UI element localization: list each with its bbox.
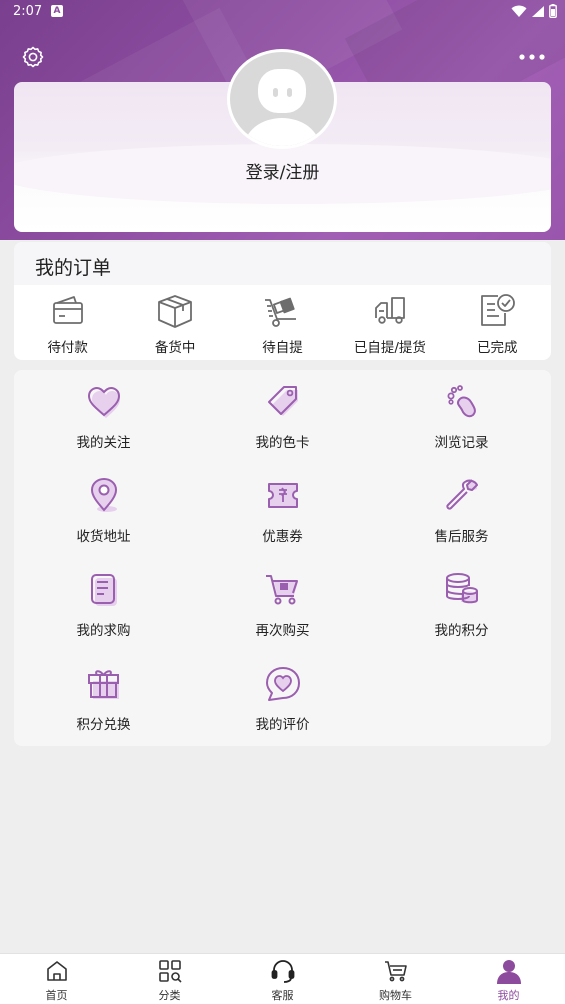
order-label: 已自提/提货 [353,340,426,356]
order-completed[interactable]: 已完成 [444,285,551,360]
status-time: 2:07 [13,4,43,19]
battery-icon [549,4,557,18]
service-label: 再次购买 [255,623,310,639]
service-label: 浏览记录 [434,435,489,451]
shopping-cart-icon [265,575,298,605]
order-pending-payment[interactable]: 待付款 [14,285,121,360]
more-dots-icon [519,54,545,60]
home-icon [46,961,67,981]
service-label: 我的积分 [434,623,489,639]
service-my-requests[interactable]: 我的求购 [14,570,193,664]
service-label: 售后服务 [434,529,489,545]
order-preparing[interactable]: 备货中 [121,285,228,360]
package-box-icon [158,295,192,328]
more-button[interactable] [517,42,547,72]
category-grid-icon [158,960,182,983]
service-my-reviews[interactable]: 我的评价 [193,664,372,758]
orders-title: 我的订单 [14,242,551,285]
wrench-icon [445,479,478,510]
service-shipping-address[interactable]: 收货地址 [14,476,193,570]
gift-icon [87,670,119,699]
tab-label: 客服 [271,989,294,1002]
headset-icon [271,960,294,983]
tab-label: 首页 [45,989,68,1002]
order-awaiting-pickup[interactable]: 待自提 [229,285,336,360]
service-my-points[interactable]: 我的积分 [372,570,551,664]
order-label: 已完成 [477,340,518,356]
status-icons [511,4,557,18]
service-label: 我的色卡 [255,435,310,451]
service-buy-again[interactable]: 再次购买 [193,570,372,664]
location-pin-icon [90,477,117,512]
settings-icon [22,46,44,68]
delivery-truck-icon [374,297,405,324]
cart-icon [384,961,407,982]
settings-button[interactable] [18,42,48,72]
service-label: 积分兑换 [76,717,131,733]
tab-customer-service[interactable]: 客服 [226,954,339,1004]
login-register-link[interactable]: 登录/注册 [0,158,565,183]
coupon-icon [267,483,298,508]
footprint-icon [447,385,476,418]
order-picked-up[interactable]: 已自提/提货 [336,285,443,360]
service-label: 我的求购 [76,623,131,639]
bottom-tab-bar: 首页 分类 客服 购物车 我的 [0,953,565,1004]
services-panel: 我的关注 我的色卡 浏览记录 收货地址 优惠券 售后服务 我的求购 再次购买 我… [14,370,551,746]
tab-cart[interactable]: 购物车 [339,954,452,1004]
completed-document-icon [481,294,516,326]
service-label: 收货地址 [76,529,131,545]
avatar[interactable] [227,49,337,149]
service-coupons[interactable]: 优惠券 [193,476,372,570]
order-label: 待自提 [262,340,303,356]
notification-icon: A [51,5,63,17]
service-after-sales[interactable]: 售后服务 [372,476,551,570]
signal-icon [532,5,544,17]
service-label: 优惠券 [262,529,303,545]
tab-category[interactable]: 分类 [113,954,226,1004]
hand-truck-icon [265,297,297,327]
tab-mine[interactable]: 我的 [452,954,565,1004]
order-label: 待付款 [47,340,88,356]
my-orders-panel: 我的订单 待付款 备货中 待自提 已自提/提货 已完成 [14,242,551,360]
tab-home[interactable]: 首页 [0,954,113,1004]
document-icon [90,574,117,606]
service-label: 我的关注 [76,435,131,451]
coins-icon [445,573,478,604]
tab-label: 购物车 [379,989,412,1002]
tag-icon [267,386,298,416]
order-label: 备货中 [154,340,196,356]
tab-label: 分类 [158,989,181,1002]
service-my-follows[interactable]: 我的关注 [14,382,193,476]
service-points-exchange[interactable]: 积分兑换 [14,664,193,758]
comment-heart-icon [265,667,300,701]
service-color-card[interactable]: 我的色卡 [193,382,372,476]
service-browse-history[interactable]: 浏览记录 [372,382,551,476]
person-icon [496,960,521,984]
status-bar: 2:07 A [0,0,565,24]
wifi-icon [511,5,527,17]
wallet-icon [52,296,83,324]
service-label: 我的评价 [255,717,310,733]
heart-icon [87,386,120,418]
tab-label: 我的 [497,989,520,1002]
